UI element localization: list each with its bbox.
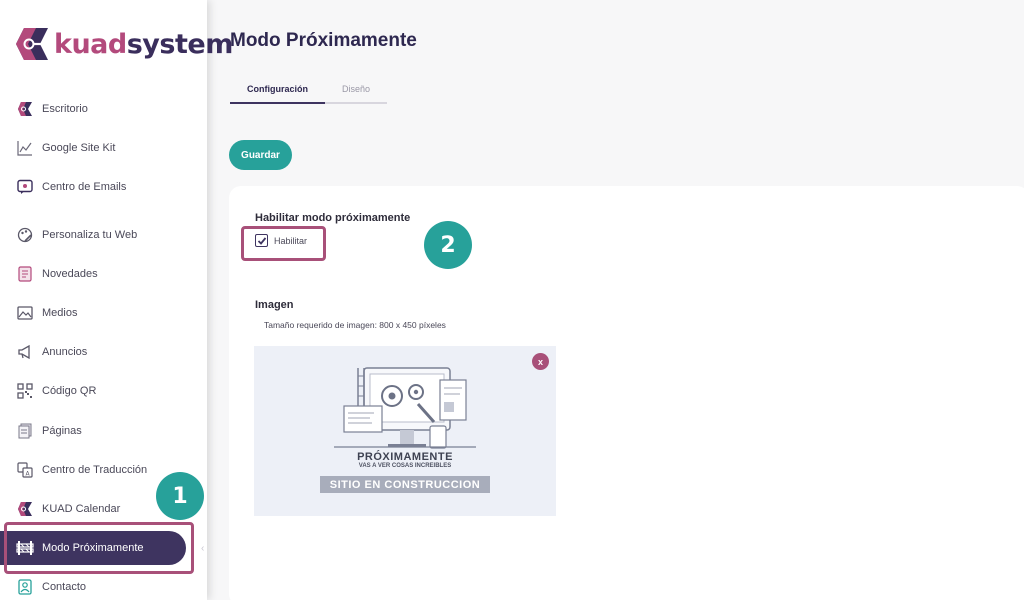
chart-line-icon [16, 139, 34, 157]
sidebar-collapse-arrow-icon[interactable]: ‹ [201, 543, 204, 554]
translate-icon: A [16, 461, 34, 479]
sidebar-item-label: KUAD Calendar [42, 503, 121, 515]
sidebar-item-anuncios[interactable]: Anuncios [0, 337, 200, 367]
sidebar-item-paginas[interactable]: Páginas [0, 416, 200, 446]
sidebar-item-label: Anuncios [42, 346, 88, 358]
sidebar-item-escritorio[interactable]: Escritorio [0, 94, 200, 124]
save-button[interactable]: Guardar [229, 140, 292, 170]
preview-subtitle: VAS A VER COSAS INCREIBLES [358, 463, 452, 469]
kuadsystem-logo[interactable]: kuadsystem [14, 24, 233, 64]
tab-bar: Configuración Diseño [230, 80, 388, 104]
kuad-logo-icon [16, 100, 34, 118]
sidebar-item-modo-proximamente[interactable]: Modo Próximamente [0, 531, 186, 565]
tab-diseno[interactable]: Diseño [325, 80, 388, 104]
checkmark-icon [257, 236, 266, 245]
kuad-logo-icon [16, 28, 48, 60]
logo-text-kuad: kuad [54, 28, 127, 60]
sidebar-item-google-site-kit[interactable]: Google Site Kit [0, 133, 200, 163]
image-section-title: Imagen [255, 299, 294, 311]
sidebar-item-centro-de-emails[interactable]: Centro de Emails [0, 172, 200, 202]
sidebar-item-label: Medios [42, 307, 78, 319]
construction-icon [16, 539, 34, 557]
kuad-logo-icon [16, 500, 34, 518]
enable-checkbox-row[interactable]: Habilitar [255, 234, 307, 247]
sidebar-item-label: Escritorio [42, 103, 88, 115]
sidebar-item-label: Personaliza tu Web [42, 229, 138, 241]
sidebar-item-label: Modo Próximamente [42, 542, 144, 554]
preview-title: PRÓXIMAMENTE [357, 451, 453, 463]
enable-checkbox[interactable] [255, 234, 268, 247]
sidebar-item-personaliza-tu-web[interactable]: Personaliza tu Web [0, 220, 200, 250]
contact-icon [16, 578, 34, 596]
sidebar-item-label: Centro de Traducción [42, 464, 148, 476]
enable-checkbox-label: Habilitar [274, 235, 308, 246]
preview-banner: SITIO EN CONSTRUCCION [320, 476, 490, 493]
image-icon [16, 304, 34, 322]
sidebar-item-label: Contacto [42, 581, 87, 593]
image-size-hint: Tamaño requerido de imagen: 800 x 450 pí… [264, 320, 446, 330]
sidebar-item-label: Páginas [42, 425, 82, 437]
logo-text-system: system [126, 28, 234, 60]
sidebar-item-codigo-qr[interactable]: Código QR [0, 376, 200, 406]
enable-section-title: Habilitar modo próximamente [255, 212, 411, 224]
sidebar-item-label: Google Site Kit [42, 142, 116, 154]
sidebar-item-label: Código QR [42, 385, 97, 397]
sidebar-item-novedades[interactable]: Novedades [0, 259, 200, 289]
pages-icon [16, 422, 34, 440]
sidebar-item-label: Centro de Emails [42, 181, 127, 193]
sidebar-item-contacto[interactable]: Contacto [0, 572, 200, 600]
news-icon [16, 265, 34, 283]
megaphone-icon [16, 343, 34, 361]
tab-configuracion[interactable]: Configuración [230, 80, 325, 104]
step-2-badge: 2 [424, 221, 472, 269]
palette-icon [16, 226, 34, 244]
step-1-badge: 1 [156, 472, 204, 520]
sidebar-item-medios[interactable]: Medios [0, 298, 200, 328]
remove-image-button[interactable]: x [532, 353, 549, 370]
page-title: Modo Próximamente [230, 30, 417, 51]
sidebar-item-label: Novedades [42, 268, 98, 280]
email-icon [16, 178, 34, 196]
qr-code-icon [16, 382, 34, 400]
